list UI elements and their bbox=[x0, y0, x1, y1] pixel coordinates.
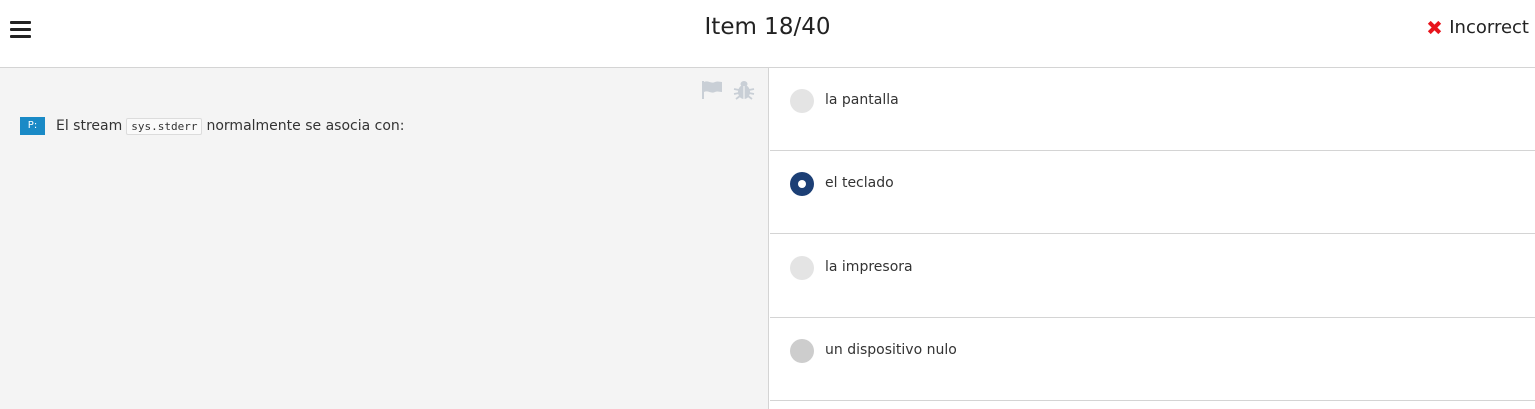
prompt-text-before: El stream bbox=[56, 118, 123, 134]
option-label: un dispositivo nulo bbox=[825, 342, 957, 358]
question-prompt: P: El stream sys.stderr normalmente se a… bbox=[20, 117, 404, 135]
result-status: Incorrect bbox=[1425, 17, 1529, 38]
answer-option[interactable]: la impresora bbox=[770, 235, 1535, 318]
prompt-badge: P: bbox=[20, 117, 45, 135]
answer-option[interactable]: el teclado bbox=[770, 151, 1535, 234]
flag-icon[interactable] bbox=[701, 80, 723, 100]
top-bar: Item 18/40 Incorrect bbox=[0, 0, 1535, 68]
item-title: Item 18/40 bbox=[704, 14, 831, 40]
option-label: la pantalla bbox=[825, 92, 899, 108]
radio-button[interactable] bbox=[790, 256, 814, 280]
radio-button[interactable] bbox=[790, 89, 814, 113]
question-pane: P: El stream sys.stderr normalmente se a… bbox=[0, 68, 769, 409]
option-label: la impresora bbox=[825, 259, 913, 275]
answer-option[interactable]: un dispositivo nulo bbox=[770, 318, 1535, 401]
answer-option[interactable]: la pantalla bbox=[770, 68, 1535, 151]
radio-button-selected[interactable] bbox=[790, 172, 814, 196]
radio-button[interactable] bbox=[790, 339, 814, 363]
prompt-code: sys.stderr bbox=[126, 117, 203, 135]
answer-options: la pantalla el teclado la impresora un d… bbox=[770, 68, 1535, 409]
status-label: Incorrect bbox=[1449, 17, 1529, 38]
prompt-text-after: normalmente se asocia con: bbox=[206, 118, 405, 134]
bug-icon[interactable] bbox=[733, 80, 755, 100]
x-icon bbox=[1428, 20, 1442, 35]
option-label: el teclado bbox=[825, 175, 894, 191]
